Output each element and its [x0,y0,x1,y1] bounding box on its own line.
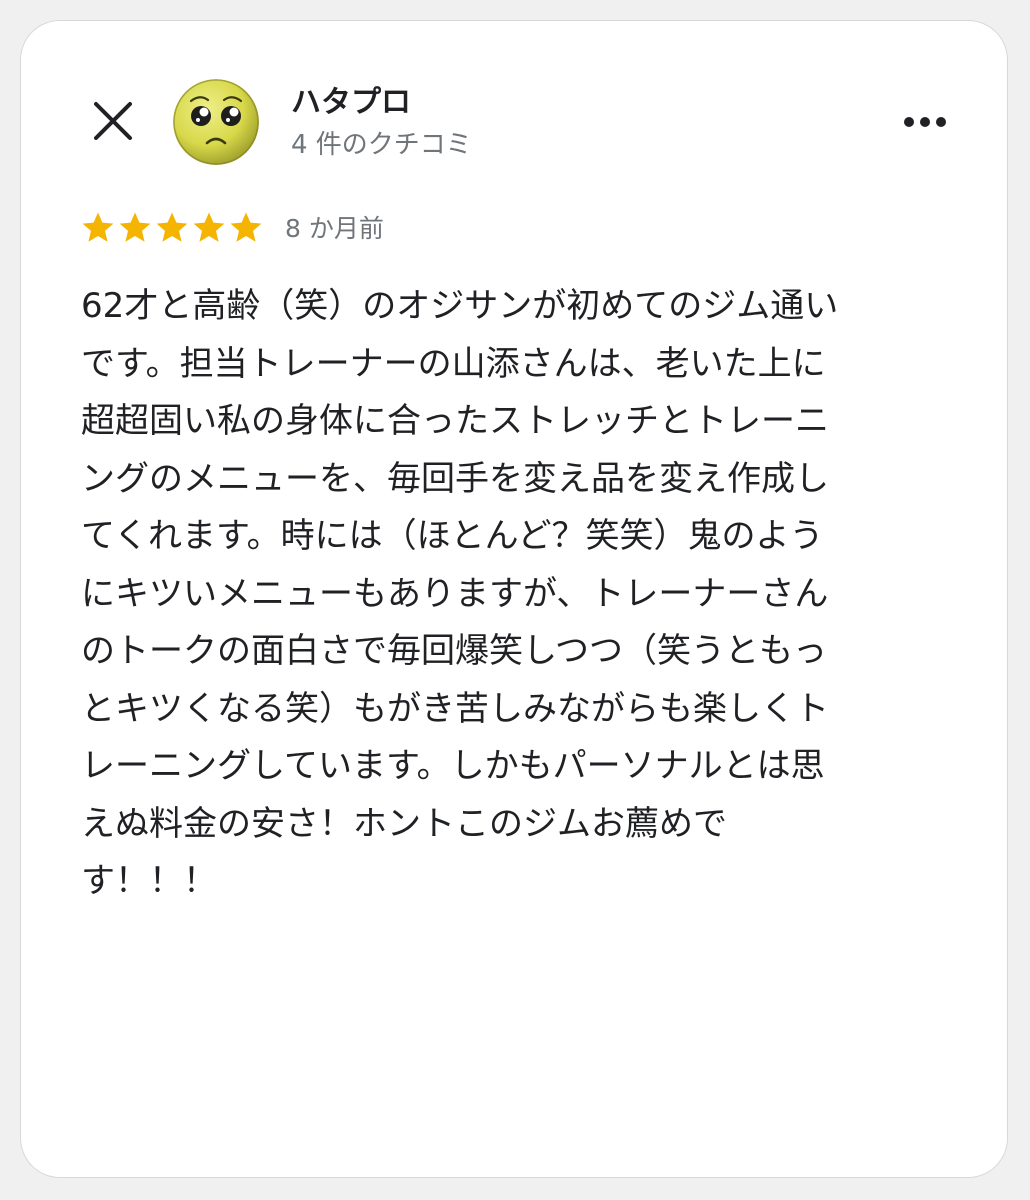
close-button[interactable] [91,99,135,143]
more-options-button[interactable] [895,105,955,139]
more-horizontal-icon [904,117,946,127]
review-time: 8 か月前 [285,214,384,243]
reviewer-review-count: 4 件のクチコミ [291,130,472,160]
review-line: ングのメニューを、毎回手を変え品を変え作成し [81,458,829,499]
star-filled-icon [81,211,115,243]
review-line: レーニングしています。しかもパーソナルとは思 [81,746,825,786]
star-filled-icon [118,211,152,243]
pleading-face-avatar [173,79,259,165]
review-line: です。担当トレーナーの山添さんは、老いた上に [81,343,826,384]
avatar[interactable] [173,79,259,165]
review-line: 超超固い私の身体に合ったストレッチとトレーニ [81,401,829,441]
review-line: 62才と高齢（笑）のオジサンが初めてのジム通い [81,286,839,326]
review-line: のトークの面白さで毎回爆笑しつつ（笑うともっ [81,631,827,671]
star-filled-icon [192,211,226,243]
reviewer-name[interactable]: ハタプロ [291,83,411,123]
star-rating [81,211,263,243]
review-line: えぬ料金の安さ！ホントこのジムお薦めで [81,803,727,844]
star-filled-icon [155,211,189,243]
review-line: す！！！ [81,861,217,901]
star-filled-icon [229,211,263,243]
review-line: とキツくなる笑）もがき苦しみながらも楽しくト [81,688,829,729]
rating-row: 8 か月前 [81,207,384,247]
review-line: てくれます。時には（ほとんど？笑笑）鬼のよう [81,516,824,556]
review-card: ハタプロ 4 件のクチコミ 8 か月前 62才と高齢（笑）のオジサンが初めてのジ… [20,20,1008,1178]
review-body: 62才と高齢（笑）のオジサンが初めてのジム通い です。担当トレーナーの山添さんは、… [81,278,961,911]
close-icon [94,102,132,140]
review-line: にキツいメニューもありますが、トレーナーさん [81,573,829,614]
